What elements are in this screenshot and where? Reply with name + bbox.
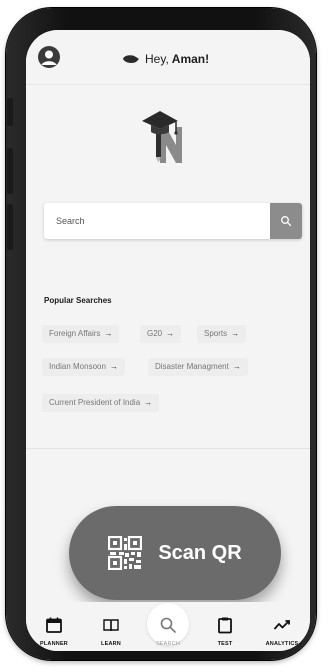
popular-chip[interactable]: Current President of India → [42, 394, 160, 412]
search-bar [44, 203, 302, 239]
search-icon [281, 216, 292, 227]
scan-qr-label: Scan QR [158, 541, 242, 564]
popular-chip[interactable]: Indian Monsoon → [42, 358, 125, 376]
user-icon [41, 50, 57, 65]
scan-qr-button[interactable]: Scan QR [69, 506, 281, 600]
search-input[interactable] [44, 203, 270, 239]
qr-code-icon [108, 536, 143, 570]
popular-chip[interactable]: Sports → [197, 325, 247, 343]
phone-side-button [7, 148, 13, 194]
phone-side-button [7, 98, 13, 126]
arrow-right-icon: → [166, 329, 175, 338]
chip-label: G20 [147, 329, 163, 338]
calendar-icon [46, 617, 62, 633]
chip-label: Foreign Affairs [49, 329, 101, 338]
phone-side-button [7, 204, 13, 250]
trend-icon [273, 620, 290, 630]
section-divider [26, 448, 310, 449]
arrow-right-icon: → [232, 362, 241, 371]
nav-item-test[interactable]: TEST [197, 602, 253, 651]
page: Hey, Aman! Search Popular Searches Forei… [0, 0, 330, 671]
popular-chip[interactable]: G20 → [140, 325, 182, 343]
nav-item-search[interactable]: SEARCH [140, 602, 196, 651]
nav-label: PLANNER [40, 641, 68, 647]
chip-label: Indian Monsoon [49, 362, 106, 371]
arrow-right-icon: → [104, 329, 113, 338]
app-logo [142, 111, 182, 163]
user-name: Aman! [171, 52, 210, 66]
nav-label: TEST [217, 641, 233, 647]
app-header: Hey, Aman! [26, 30, 310, 85]
popular-chip[interactable]: Disaster Managment → [148, 358, 248, 376]
greeting: Hey, Aman! [122, 52, 209, 66]
bottom-nav: PLANNER LEARN SEARCH TEST ANALYTICS [26, 602, 310, 651]
arrow-right-icon: → [109, 362, 118, 371]
phone-frame: Hey, Aman! Search Popular Searches Forei… [6, 8, 316, 660]
chip-label: Disaster Managment [155, 362, 229, 371]
search-button[interactable] [270, 203, 302, 239]
arrow-right-icon: → [144, 398, 153, 407]
avatar[interactable] [38, 46, 60, 68]
chip-label: Sports [204, 329, 228, 338]
nav-label: ANALYTICS [265, 641, 299, 647]
greeting-prefix: Hey, [145, 52, 169, 66]
app-screen: Hey, Aman! Search Popular Searches Forei… [26, 30, 310, 651]
book-icon [103, 619, 119, 632]
nav-label: LEARN [101, 641, 121, 647]
popular-searches-title: Popular Searches [44, 296, 112, 305]
search-icon [160, 617, 176, 633]
clipboard-icon [218, 617, 232, 634]
nav-item-learn[interactable]: LEARN [83, 602, 139, 651]
popular-chip[interactable]: Foreign Affairs → [42, 325, 120, 343]
nav-item-analytics[interactable]: ANALYTICS [254, 602, 310, 651]
waving-hand-icon [123, 55, 139, 63]
arrow-right-icon: → [231, 329, 240, 338]
nav-label: SEARCH [155, 641, 181, 647]
chip-label: Current President of India [49, 398, 141, 407]
nav-item-planner[interactable]: PLANNER [26, 602, 82, 651]
